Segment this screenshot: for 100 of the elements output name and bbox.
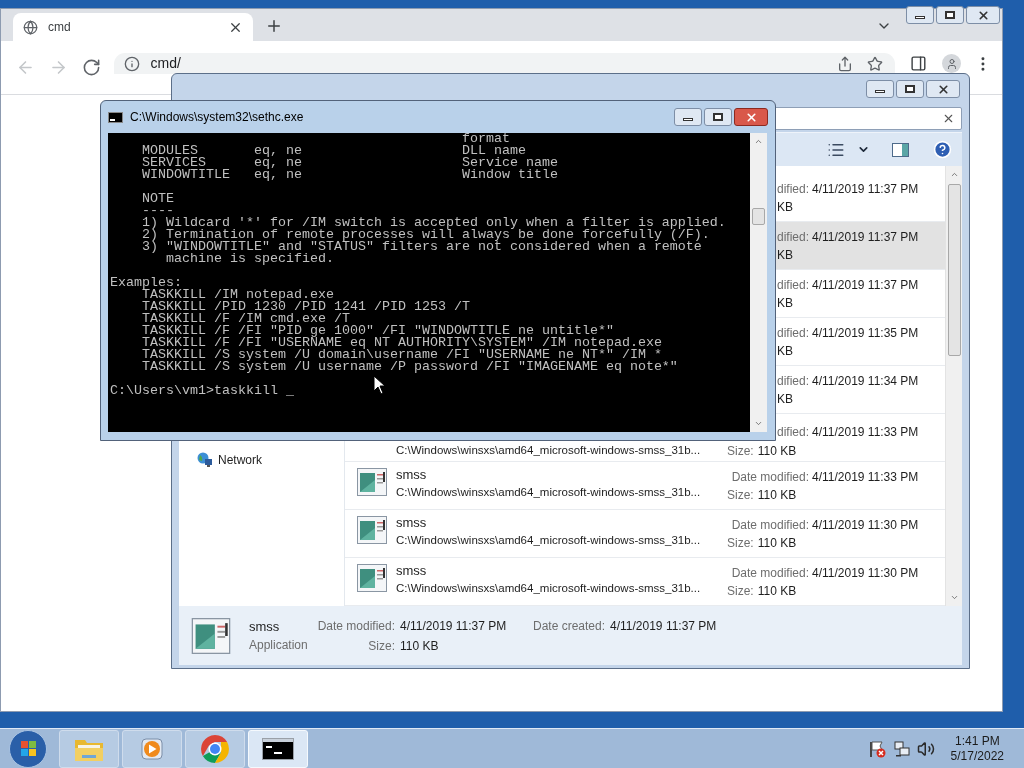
application-icon xyxy=(191,617,231,654)
date-label: Date modified: xyxy=(730,517,809,534)
application-icon xyxy=(357,468,387,496)
scroll-thumb[interactable] xyxy=(947,184,961,356)
volume-icon[interactable] xyxy=(916,739,935,758)
star-icon[interactable] xyxy=(867,55,884,72)
browser-tab[interactable]: cmd xyxy=(13,13,253,41)
size-value: KB xyxy=(777,391,793,408)
start-button[interactable] xyxy=(9,729,47,768)
date-label: Date modified: xyxy=(730,565,809,582)
date-value: 4/11/2019 11:30 PM xyxy=(812,565,919,582)
preview-pane-icon[interactable] xyxy=(892,142,909,157)
size-value: 110 KB xyxy=(757,535,797,552)
close-button[interactable] xyxy=(926,80,960,98)
address-text: cmd/ xyxy=(150,54,182,73)
minimize-button[interactable] xyxy=(906,6,934,24)
date-value: 4/11/2019 11:33 PM xyxy=(812,469,919,486)
file-path: C:\Windows\winsxs\amd64_microsoft-windows-smss_31b... xyxy=(396,581,701,597)
network-icon[interactable] xyxy=(892,739,911,758)
scroll-up-icon[interactable] xyxy=(754,137,763,146)
console-line: Examples: xyxy=(110,277,182,289)
date-label: dified: xyxy=(777,373,810,390)
minimize-button[interactable] xyxy=(674,108,702,126)
details-value: 4/11/2019 11:37 PM xyxy=(400,617,508,635)
console-line: 2) Termination of remote processes will always be done forcefully (/F). xyxy=(141,229,710,241)
scroll-down-icon[interactable] xyxy=(949,593,959,602)
details-label: Date created: xyxy=(533,617,606,635)
console-line: SERVICES eq, ne Service name xyxy=(141,157,559,169)
file-name: smss xyxy=(396,466,427,485)
side-panel-icon[interactable] xyxy=(910,55,928,72)
profile-icon[interactable] xyxy=(942,54,962,73)
date-value: 4/11/2019 11:30 PM xyxy=(812,517,919,534)
close-button[interactable] xyxy=(966,6,1000,24)
date-label: dified: xyxy=(777,325,810,342)
date-value: 4/11/2019 11:37 PM xyxy=(812,181,919,198)
console-line: TASKKILL /S system /U username /P password /FI "IMAGENAME eq note*" xyxy=(141,361,679,373)
file-path: C:\Windows\winsxs\amd64_microsoft-windows-smss_31b... xyxy=(396,443,702,458)
address-bar[interactable]: cmd/ xyxy=(114,53,896,74)
globe-icon xyxy=(23,19,38,35)
console-line: 1) Wildcard '*' for /IM switch is accepted only when a filter is applied. xyxy=(141,217,727,229)
date-label: dified: xyxy=(777,181,810,198)
scroll-up-icon[interactable] xyxy=(949,170,959,179)
console-line: TASKKILL /IM notepad.exe xyxy=(142,289,335,301)
tab-title: cmd xyxy=(48,19,72,36)
console-line: NOTE xyxy=(141,193,175,205)
file-row[interactable]: dified: 4/11/2019 11:37 PM KB xyxy=(776,222,945,270)
close-button[interactable] xyxy=(734,108,768,126)
help-icon[interactable] xyxy=(933,140,952,159)
new-tab-icon[interactable] xyxy=(265,17,283,35)
scrollbar[interactable] xyxy=(750,133,767,432)
network-icon xyxy=(197,452,213,468)
console-icon xyxy=(262,737,294,760)
file-path: C:\Windows\winsxs\amd64_microsoft-windows-smss_31b... xyxy=(396,485,701,501)
size-label: Size: xyxy=(727,487,754,504)
date-value: 4/11/2019 11:37 PM xyxy=(812,277,919,294)
details-value: 4/11/2019 11:37 PM xyxy=(610,617,717,635)
maximize-button[interactable] xyxy=(704,108,732,126)
size-value: KB xyxy=(777,295,793,312)
date-label: dified: xyxy=(777,277,810,294)
date-label: dified: xyxy=(777,229,810,246)
size-value: 110 KB xyxy=(757,583,797,600)
close-icon xyxy=(744,110,758,124)
file-path: C:\Windows\winsxs\amd64_microsoft-windows-smss_31b... xyxy=(396,533,701,549)
details-label: Size: xyxy=(367,637,395,655)
console-line: TASKKILL /F /IM cmd.exe /T xyxy=(141,313,350,325)
maximize-button[interactable] xyxy=(936,6,964,24)
scroll-thumb[interactable] xyxy=(752,208,765,225)
minimize-icon xyxy=(683,118,693,121)
nav-item[interactable]: Network xyxy=(197,451,344,469)
maximize-icon xyxy=(905,85,915,93)
info-icon[interactable] xyxy=(124,55,141,72)
size-value: KB xyxy=(777,247,793,264)
size-value: 110 KB xyxy=(757,487,797,504)
application-icon xyxy=(357,516,387,544)
minimize-icon xyxy=(875,90,885,93)
console-line: WINDOWTITLE eq, ne Window title xyxy=(141,169,559,181)
console-line: machine is specified. xyxy=(165,253,335,265)
console-line: ---- xyxy=(141,205,174,217)
minimize-icon xyxy=(915,16,925,19)
console-line: TASKKILL /S system /U domain\username /FI "USERNAME ne NT*" /IM * xyxy=(141,349,662,361)
minimize-button[interactable] xyxy=(866,80,894,98)
window-title: C:\Windows\system32\sethc.exe xyxy=(130,109,305,126)
size-value: KB xyxy=(777,199,793,216)
scroll-down-icon[interactable] xyxy=(754,419,763,428)
flag-icon[interactable] xyxy=(867,739,886,758)
size-value: 110 KB xyxy=(757,443,797,460)
application-icon xyxy=(357,564,387,592)
maximize-button[interactable] xyxy=(896,80,924,98)
share-icon[interactable] xyxy=(837,55,854,72)
console-line: TASKKILL /PID 1230 /PID 1241 /PID 1253 /T xyxy=(141,301,471,313)
details-type: Application xyxy=(249,637,309,655)
size-label: Size: xyxy=(727,443,754,460)
date-value: 4/11/2019 11:37 PM xyxy=(812,229,919,246)
scrollbar[interactable] xyxy=(945,166,962,606)
size-value: KB xyxy=(777,343,793,360)
size-label: Size: xyxy=(727,583,754,600)
clock[interactable]: 1:41 PM 5/17/2022 xyxy=(950,733,1004,764)
close-icon xyxy=(936,82,950,96)
date-value: 4/11/2019 11:35 PM xyxy=(812,325,919,342)
console-line: C:\Users\vm1>taskkill _ xyxy=(110,385,295,397)
